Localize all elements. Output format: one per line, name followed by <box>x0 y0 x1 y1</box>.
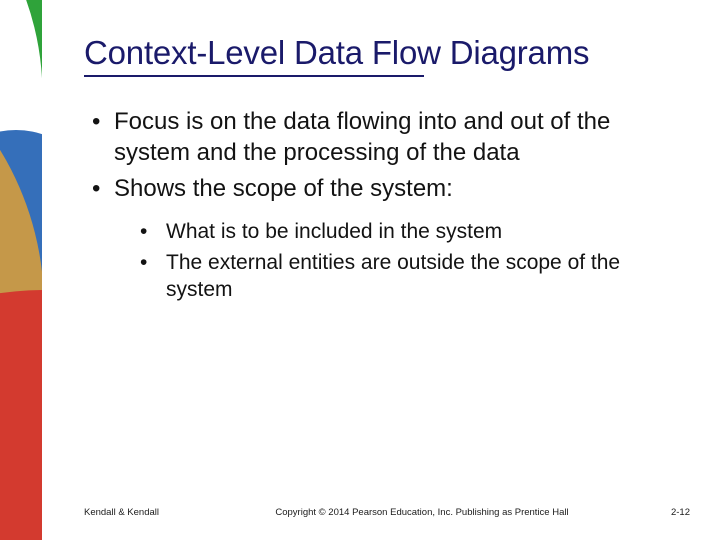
bullet-item: Shows the scope of the system: What is t… <box>84 174 690 303</box>
slide-body: Focus is on the data flowing into and ou… <box>84 107 690 518</box>
slide-title: Context-Level Data Flow Diagrams <box>84 34 690 73</box>
slide: Context-Level Data Flow Diagrams Focus i… <box>0 0 720 540</box>
sub-bullet-text: The external entities are outside the sc… <box>166 251 620 301</box>
bullet-text: Shows the scope of the system: <box>114 175 453 202</box>
sub-bullet-item: What is to be included in the system <box>138 219 690 246</box>
bullet-item: Focus is on the data flowing into and ou… <box>84 107 690 168</box>
footer-copyright: Copyright © 2014 Pearson Education, Inc.… <box>214 507 630 518</box>
title-underline <box>84 75 424 77</box>
bullet-text: Focus is on the data flowing into and ou… <box>114 108 610 166</box>
footer: Kendall & Kendall Copyright © 2014 Pears… <box>84 507 690 518</box>
footer-authors: Kendall & Kendall <box>84 507 214 518</box>
footer-page-number: 2-12 <box>630 507 690 518</box>
sub-bullet-item: The external entities are outside the sc… <box>138 250 690 304</box>
sub-bullet-text: What is to be included in the system <box>166 220 502 243</box>
title-block: Context-Level Data Flow Diagrams <box>84 34 690 77</box>
